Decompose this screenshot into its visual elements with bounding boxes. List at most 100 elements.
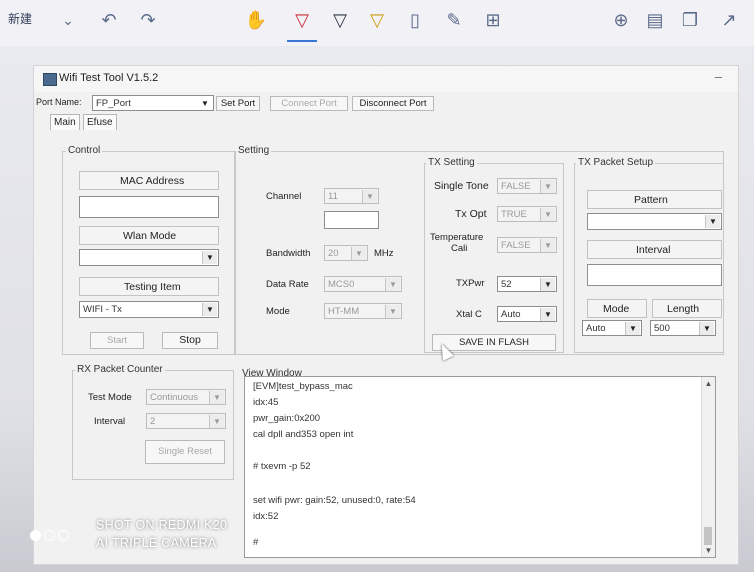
- scroll-up-icon[interactable]: ▲: [702, 379, 715, 388]
- channel-value: 11: [328, 191, 338, 202]
- minimize-button[interactable]: –: [715, 69, 722, 84]
- tx-mode-select[interactable]: Auto ▼: [582, 320, 642, 336]
- pen-dark-icon[interactable]: ▽: [327, 8, 353, 32]
- eraser-icon[interactable]: ▯: [402, 8, 428, 32]
- tx-opt-label: Tx Opt: [455, 208, 487, 220]
- copy-icon[interactable]: ❐: [677, 8, 703, 32]
- rx-counter-legend: RX Packet Counter: [75, 364, 165, 376]
- pattern-select[interactable]: ▼: [587, 213, 722, 230]
- testing-item-value: WIFI - Tx: [83, 304, 122, 315]
- save-icon[interactable]: ▤: [642, 8, 668, 32]
- testing-item-select[interactable]: WIFI - Tx ▼: [79, 301, 219, 318]
- chevron-down-icon[interactable]: ⌄: [55, 8, 81, 32]
- hand-icon[interactable]: ✋: [243, 8, 269, 32]
- log-line: pwr_gain:0x200: [253, 413, 321, 424]
- temp-cali-select[interactable]: FALSE ▼: [497, 237, 557, 253]
- tx-opt-value: TRUE: [501, 209, 527, 220]
- txpwr-value: 52: [501, 279, 512, 290]
- chevron-down-icon: ▼: [540, 239, 555, 252]
- tab-efuse[interactable]: Efuse: [83, 114, 117, 130]
- chevron-down-icon: ▼: [201, 99, 209, 108]
- single-reset-button[interactable]: Single Reset: [145, 440, 225, 464]
- pen-red-icon[interactable]: ▽: [289, 8, 315, 32]
- mac-address-input[interactable]: [79, 196, 219, 218]
- chevron-down-icon: ▼: [540, 308, 555, 321]
- data-rate-select[interactable]: MCS0 ▼: [324, 276, 402, 292]
- watermark-dot-icon: [44, 530, 55, 541]
- watermark-dot-icon: [58, 530, 69, 541]
- chevron-down-icon: ▼: [202, 251, 217, 264]
- log-line: idx:52: [253, 511, 279, 522]
- channel-select[interactable]: 11 ▼: [324, 188, 379, 204]
- new-button[interactable]: 新建: [8, 12, 32, 26]
- share-icon[interactable]: ↗: [716, 8, 742, 32]
- rx-interval-label: Interval: [94, 416, 126, 427]
- chevron-down-icon: ▼: [209, 415, 224, 428]
- start-button[interactable]: Start: [90, 332, 144, 349]
- bandwidth-unit: MHz: [374, 248, 394, 259]
- tx-opt-select[interactable]: TRUE ▼: [497, 206, 557, 222]
- bandwidth-select[interactable]: 20 ▼: [324, 245, 368, 261]
- port-select[interactable]: FP_Port ▼: [92, 95, 214, 111]
- tab-main[interactable]: Main: [50, 114, 80, 130]
- view-window-log[interactable]: [EVM]test_bypass_mac idx:45 pwr_gain:0x2…: [244, 376, 716, 558]
- channel-label: Channel: [266, 191, 302, 202]
- wlan-mode-header: Wlan Mode: [79, 226, 219, 245]
- txpwr-select[interactable]: 52 ▼: [497, 276, 557, 292]
- data-rate-value: MCS0: [328, 279, 355, 290]
- cali-label: Cali: [451, 243, 468, 254]
- chevron-down-icon: ▼: [202, 303, 217, 316]
- log-line: #: [253, 537, 259, 548]
- scroll-down-icon[interactable]: ▼: [702, 546, 715, 555]
- app-window: Wifi Test Tool V1.5.2 – Port Name: FP_Po…: [34, 66, 738, 564]
- chevron-down-icon: ▼: [209, 391, 224, 404]
- setting-legend: Setting: [236, 145, 272, 157]
- chevron-down-icon: ▼: [699, 322, 714, 335]
- chevron-down-icon: ▼: [540, 278, 555, 291]
- tx-mode-value: Auto: [586, 323, 606, 334]
- watermark-line-2: AI TRIPLE CAMERA: [96, 536, 217, 550]
- chevron-down-icon: ▼: [540, 180, 555, 193]
- log-scrollbar[interactable]: ▲ ▼: [701, 377, 715, 557]
- undo-icon[interactable]: ↶: [96, 8, 122, 32]
- channel-extra-input[interactable]: [324, 211, 379, 229]
- test-mode-select[interactable]: Continuous ▼: [146, 389, 226, 405]
- length-header: Length: [652, 299, 722, 318]
- log-line: idx:45: [253, 397, 279, 408]
- scroll-thumb[interactable]: [704, 527, 712, 545]
- chevron-down-icon: ▼: [385, 278, 400, 291]
- chevron-down-icon: ▼: [705, 215, 720, 228]
- txpwr-label: TXPwr: [456, 278, 485, 289]
- crop-icon[interactable]: ⊞: [480, 8, 506, 32]
- rx-interval-value: 2: [150, 416, 156, 427]
- testing-item-header: Testing Item: [79, 277, 219, 296]
- data-rate-label: Data Rate: [266, 279, 309, 290]
- port-value: FP_Port: [96, 98, 131, 109]
- connect-port-button[interactable]: Connect Port: [270, 96, 348, 111]
- window-title: Wifi Test Tool V1.5.2: [59, 72, 159, 84]
- log-line: set wifi pwr: gain:52, unused:0, rate:54: [253, 495, 416, 506]
- mode-select[interactable]: HT-MM ▼: [324, 303, 402, 319]
- title-bar: Wifi Test Tool V1.5.2 –: [34, 66, 738, 92]
- set-port-button[interactable]: Set Port: [216, 96, 260, 111]
- stop-button[interactable]: Stop: [162, 332, 218, 349]
- single-tone-value: FALSE: [501, 181, 531, 192]
- xtal-c-select[interactable]: Auto ▼: [497, 306, 557, 322]
- pencil-icon[interactable]: ✎: [441, 8, 467, 32]
- disconnect-port-button[interactable]: Disconnect Port: [352, 96, 434, 111]
- length-select[interactable]: 500 ▼: [650, 320, 716, 336]
- tx-packet-legend: TX Packet Setup: [576, 157, 656, 169]
- rx-interval-select[interactable]: 2 ▼: [146, 413, 226, 429]
- mode-header: Mode: [587, 299, 647, 318]
- interval-input[interactable]: [587, 264, 722, 286]
- wlan-mode-select[interactable]: ▼: [79, 249, 219, 266]
- interval-label: Interval: [636, 244, 671, 256]
- single-tone-select[interactable]: FALSE ▼: [497, 178, 557, 194]
- temp-cali-value: FALSE: [501, 240, 531, 251]
- mac-address-label: MAC Address: [120, 175, 185, 187]
- highlighter-icon[interactable]: ▽: [364, 8, 390, 32]
- redo-icon[interactable]: ↷: [135, 8, 161, 32]
- zoom-icon[interactable]: ⊕: [608, 8, 634, 32]
- active-tool-indicator: [287, 40, 317, 42]
- xtal-c-value: Auto: [501, 309, 521, 320]
